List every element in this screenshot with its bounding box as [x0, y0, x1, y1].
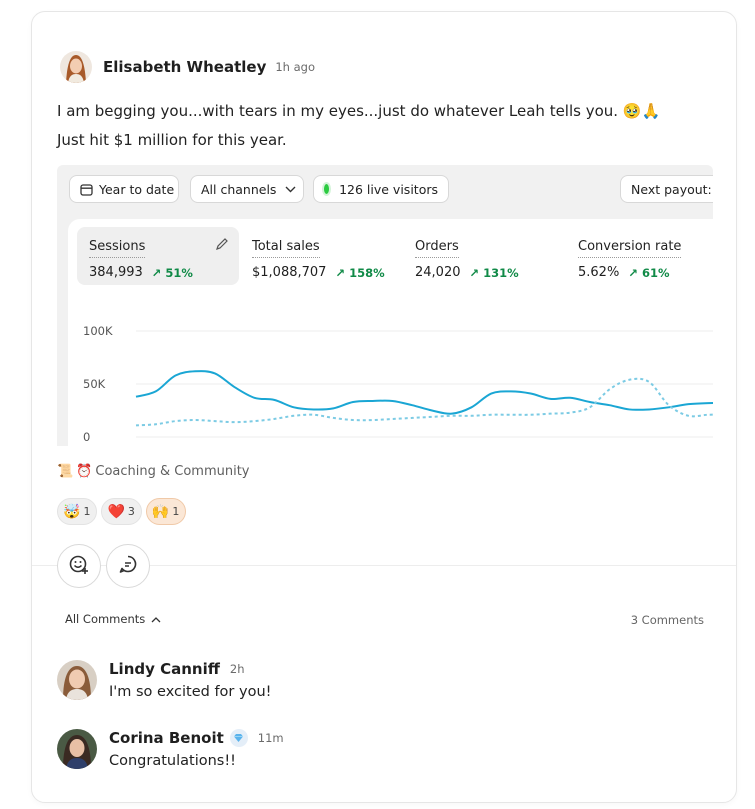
author-name[interactable]: Elisabeth Wheatley [103, 58, 266, 76]
reaction-chip[interactable]: ❤️ 3 [101, 498, 142, 525]
commenter-name[interactable]: Corina Benoit [109, 729, 224, 747]
post-body: I am begging you...with tears in my eyes… [57, 97, 660, 155]
post-category[interactable]: 📜 ⏰ Coaching & Community [57, 464, 250, 479]
sessions-line-chart [135, 330, 713, 438]
commenter-name-row: Corina Benoit 11m [109, 729, 284, 747]
gem-badge-icon [229, 729, 248, 747]
commenter-name-row: Lindy Canniff 2h [109, 660, 245, 678]
reactions-row: 🤯 1 ❤️ 3 🙌 1 [57, 498, 187, 525]
payout-label: Next payout: [631, 181, 712, 197]
reaction-count: 3 [127, 505, 135, 518]
channel-filter-pill: All channels [190, 175, 304, 203]
all-comments-toggle[interactable]: All Comments [65, 612, 161, 626]
metrics-panel: Sessions 384,993 ↗ 51% Total sales $1,088… [68, 219, 713, 446]
date-filter-label: Year to date [99, 181, 175, 197]
comment-text: Congratulations!! [109, 753, 236, 769]
add-emoji-icon [68, 553, 90, 579]
category-label: Coaching & Community [95, 464, 250, 479]
comment-button[interactable] [106, 544, 150, 588]
comments-count: 3 Comments [630, 613, 704, 627]
add-reaction-button[interactable] [57, 544, 101, 588]
series-line-current [135, 370, 713, 415]
alarm-clock-icon: ⏰ [76, 464, 93, 479]
date-filter-pill: Year to date [69, 175, 179, 203]
author-avatar[interactable] [60, 51, 92, 83]
reaction-chip-selected[interactable]: 🙌 1 [145, 498, 187, 525]
commenter-avatar[interactable] [57, 660, 97, 700]
all-comments-label: All Comments [65, 612, 146, 626]
chevron-up-icon [151, 616, 161, 623]
commenter-name[interactable]: Lindy Canniff [109, 660, 220, 678]
certificate-icon: 📜 [57, 464, 74, 479]
channel-filter-label: All channels [201, 181, 277, 197]
post-timestamp: 1h ago [275, 60, 316, 74]
reaction-chip[interactable]: 🤯 1 [57, 498, 98, 525]
comment-timestamp: 2h [229, 662, 245, 676]
post-text-line-1: I am begging you...with tears in my eyes… [57, 102, 661, 120]
reaction-emoji: 🙌 [151, 503, 170, 520]
reaction-emoji: 🤯 [63, 503, 81, 520]
commenter-avatar[interactable] [57, 729, 97, 769]
post-author-row: Elisabeth Wheatley 1h ago [60, 50, 315, 84]
reaction-emoji: ❤️ [107, 503, 125, 520]
live-visitors-pill: 126 live visitors [313, 175, 449, 203]
post-card: Elisabeth Wheatley 1h ago I am begging y… [31, 11, 737, 803]
post-image-dashboard[interactable]: Year to date All channels 126 live visit… [57, 165, 713, 446]
live-dot-icon [324, 184, 330, 194]
comment-timestamp: 11m [257, 731, 284, 745]
payout-pill: Next payout: [620, 175, 713, 203]
series-line-comparison [135, 377, 713, 427]
chevron-down-icon [285, 186, 296, 193]
live-visitors-label: 126 live visitors [339, 181, 438, 197]
calendar-icon [80, 183, 93, 196]
comment-text: I'm so excited for you! [109, 684, 272, 700]
post-text-line-2: Just hit $1 million for this year. [57, 131, 287, 149]
comment-icon [117, 553, 139, 579]
reaction-count: 1 [83, 505, 91, 518]
reaction-count: 1 [172, 505, 180, 518]
